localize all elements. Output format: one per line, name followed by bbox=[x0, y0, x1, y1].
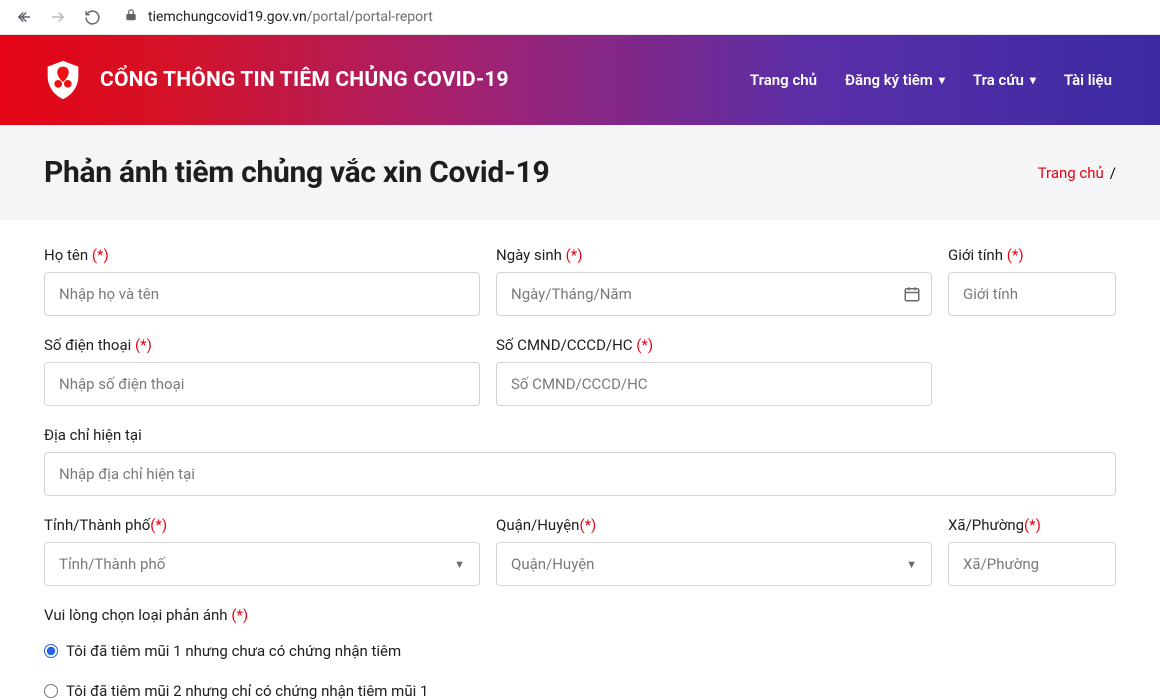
field-province: Tỉnh/Thành phố(*) Tỉnh/Thành phố ▼ bbox=[44, 516, 480, 586]
province-select[interactable]: Tỉnh/Thành phố ▼ bbox=[44, 542, 480, 586]
page-title: Phản ánh tiêm chủng vắc xin Covid-19 bbox=[44, 155, 549, 190]
nav-lookup[interactable]: Tra cứu ▾ bbox=[973, 71, 1036, 89]
field-dob: Ngày sinh (*) bbox=[496, 246, 932, 316]
nav-home[interactable]: Trang chủ bbox=[750, 71, 817, 89]
logo-icon bbox=[40, 57, 86, 103]
field-ward: Xã/Phường(*) Xã/Phường bbox=[948, 516, 1116, 586]
idnum-input[interactable] bbox=[511, 375, 917, 393]
dob-input[interactable] bbox=[511, 285, 917, 303]
breadcrumb-home[interactable]: Trang chủ bbox=[1038, 164, 1104, 182]
feedback-radio-1[interactable] bbox=[44, 644, 58, 658]
feedback-type-group: Vui lòng chọn loại phản ánh (*) Tôi đã t… bbox=[44, 606, 1116, 700]
main-nav: Trang chủ Đăng ký tiêm ▾ Tra cứu ▾ Tài l… bbox=[750, 71, 1112, 89]
forward-button[interactable] bbox=[48, 8, 68, 26]
field-gender: Giới tính (*) Giới tính bbox=[948, 246, 1116, 316]
address-bar[interactable]: tiemchungcovid19.gov.vn/portal/portal-re… bbox=[116, 8, 1146, 26]
browser-bar: tiemchungcovid19.gov.vn/portal/portal-re… bbox=[0, 0, 1160, 35]
report-form: Họ tên (*) Ngày sinh (*) Giới tính (*) G… bbox=[0, 220, 1160, 700]
field-address: Địa chỉ hiện tại bbox=[44, 426, 1116, 496]
fullname-input[interactable] bbox=[59, 285, 465, 303]
ward-select[interactable]: Xã/Phường bbox=[948, 542, 1116, 586]
site-header: CỔNG THÔNG TIN TIÊM CHỦNG COVID-19 Trang… bbox=[0, 35, 1160, 125]
chevron-down-icon: ▾ bbox=[939, 73, 945, 87]
district-select[interactable]: Quận/Huyện ▼ bbox=[496, 542, 932, 586]
nav-docs[interactable]: Tài liệu bbox=[1064, 71, 1112, 89]
nav-register[interactable]: Đăng ký tiêm ▾ bbox=[845, 71, 945, 89]
phone-input[interactable] bbox=[59, 375, 465, 393]
page-titlebar: Phản ánh tiêm chủng vắc xin Covid-19 Tra… bbox=[0, 125, 1160, 220]
caret-down-icon: ▼ bbox=[454, 558, 465, 571]
address-input[interactable] bbox=[59, 465, 1101, 483]
field-phone: Số điện thoại (*) bbox=[44, 336, 480, 406]
field-fullname: Họ tên (*) bbox=[44, 246, 480, 316]
feedback-option-2[interactable]: Tôi đã tiêm mũi 2 nhưng chỉ có chứng nhậ… bbox=[44, 682, 1116, 700]
brand: CỔNG THÔNG TIN TIÊM CHỦNG COVID-19 bbox=[40, 57, 509, 103]
gender-select[interactable]: Giới tính bbox=[948, 272, 1116, 316]
url-text: tiemchungcovid19.gov.vn/portal/portal-re… bbox=[148, 9, 433, 25]
field-idnum: Số CMND/CCCD/HC (*) bbox=[496, 336, 932, 406]
field-district: Quận/Huyện(*) Quận/Huyện ▼ bbox=[496, 516, 932, 586]
feedback-option-1[interactable]: Tôi đã tiêm mũi 1 nhưng chưa có chứng nh… bbox=[44, 642, 1116, 660]
lock-icon bbox=[124, 8, 138, 26]
caret-down-icon: ▼ bbox=[906, 558, 917, 571]
chevron-down-icon: ▾ bbox=[1030, 73, 1036, 87]
back-button[interactable] bbox=[14, 8, 34, 26]
brand-title: CỔNG THÔNG TIN TIÊM CHỦNG COVID-19 bbox=[100, 68, 509, 92]
feedback-radio-2[interactable] bbox=[44, 684, 58, 698]
reload-button[interactable] bbox=[82, 9, 102, 26]
calendar-icon[interactable] bbox=[903, 285, 921, 303]
breadcrumb: Trang chủ/ bbox=[1038, 164, 1116, 182]
